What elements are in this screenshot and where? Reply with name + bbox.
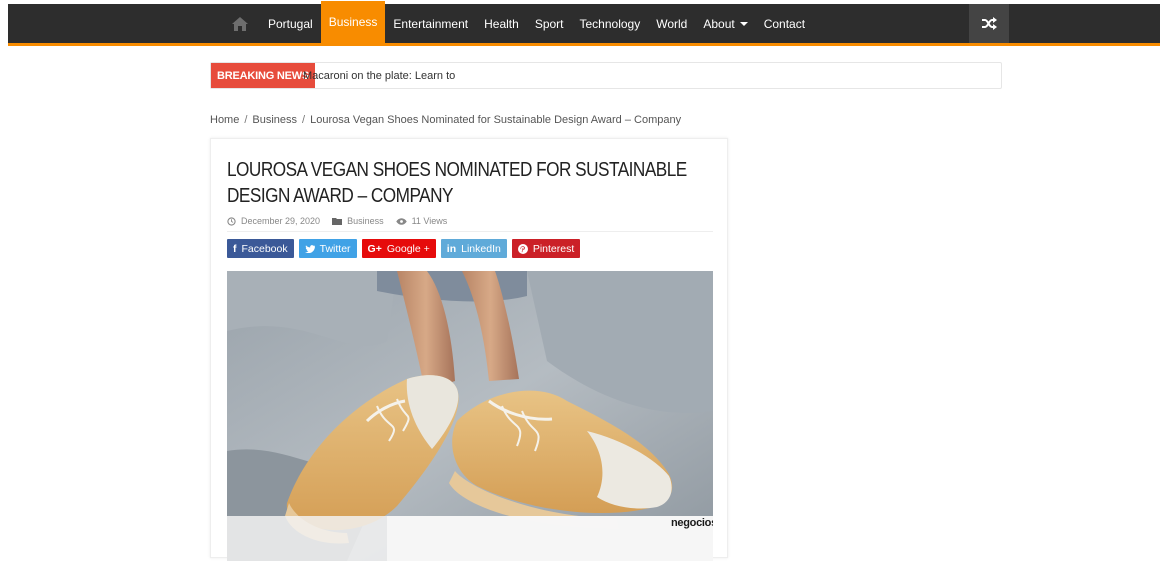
clock-icon <box>227 216 236 226</box>
breaking-news-bar: Breaking News Macaroni on the plate: Lea… <box>210 62 1002 89</box>
share-facebook-label: Facebook <box>241 242 288 255</box>
pinterest-icon <box>517 243 528 254</box>
breadcrumb-separator: / <box>244 114 248 126</box>
main-menu: Portugal Business Entertainment Health S… <box>220 1 813 43</box>
share-google-button[interactable]: G+ Google + <box>361 239 436 258</box>
breadcrumb-home[interactable]: Home <box>210 114 239 126</box>
post-views-text: 11 Views <box>411 216 448 226</box>
share-facebook-button[interactable]: f Facebook <box>227 239 294 258</box>
home-icon <box>232 16 248 31</box>
featured-image[interactable]: negocios <box>227 271 713 561</box>
folder-icon <box>332 218 343 225</box>
nav-item-technology[interactable]: Technology <box>572 4 649 43</box>
nav-item-portugal[interactable]: Portugal <box>260 4 321 43</box>
breadcrumb: Home / Business / Lourosa Vegan Shoes Nomina… <box>210 114 681 126</box>
facebook-icon: f <box>233 242 237 255</box>
article-title: Lourosa Vegan Shoes Nominated for Sustai… <box>227 159 687 207</box>
nav-item-contact[interactable]: Contact <box>756 4 813 43</box>
image-watermark: negocios <box>671 517 713 529</box>
share-linkedin-button[interactable]: in LinkedIn <box>440 239 507 258</box>
article-card: Lourosa Vegan Shoes Nominated for Sustai… <box>210 138 728 561</box>
breadcrumb-separator: / <box>302 114 306 126</box>
meta-divider <box>227 231 713 232</box>
eye-icon <box>395 217 407 225</box>
google-plus-icon: G+ <box>367 242 382 255</box>
post-date: December 29, 2020 <box>227 216 320 226</box>
share-linkedin-label: LinkedIn <box>461 242 501 255</box>
nav-item-business[interactable]: Business <box>320 1 386 43</box>
post-views: 11 Views <box>395 216 448 226</box>
breadcrumb-category[interactable]: Business <box>252 114 297 126</box>
breaking-news-label: Breaking News <box>211 63 316 88</box>
nav-item-entertainment[interactable]: Entertainment <box>385 4 476 43</box>
chevron-down-icon <box>739 21 748 26</box>
random-article-button[interactable] <box>969 4 1009 43</box>
post-date-text: December 29, 2020 <box>241 216 321 226</box>
article-meta: December 29, 2020 Business 11 Views <box>227 216 459 226</box>
post-category[interactable]: Business <box>332 216 384 226</box>
post-category-text: Business <box>347 216 384 226</box>
share-pinterest-label: Pinterest <box>532 242 575 255</box>
shuffle-icon <box>982 17 997 30</box>
share-buttons: f Facebook Twitter G+ Google + in Linked… <box>227 239 585 258</box>
shoes-photo <box>227 271 713 561</box>
twitter-icon <box>304 244 315 253</box>
share-google-label: Google + <box>386 242 430 255</box>
share-twitter-button[interactable]: Twitter <box>298 239 357 258</box>
nav-item-world[interactable]: World <box>648 4 695 43</box>
home-button[interactable] <box>220 4 260 43</box>
share-pinterest-button[interactable]: Pinterest <box>511 239 581 258</box>
nav-item-about[interactable]: About <box>695 4 755 43</box>
nav-item-health[interactable]: Health <box>476 4 527 43</box>
nav-item-sport[interactable]: Sport <box>527 4 572 43</box>
top-navigation-bar: Portugal Business Entertainment Health S… <box>8 1 1160 46</box>
breadcrumb-current: Lourosa Vegan Shoes Nominated for Sustai… <box>310 114 682 126</box>
breaking-news-headline[interactable]: Macaroni on the plate: Learn to <box>303 63 455 88</box>
nav-item-about-label: About <box>703 16 735 31</box>
linkedin-icon: in <box>446 242 457 255</box>
share-twitter-label: Twitter <box>319 242 351 255</box>
